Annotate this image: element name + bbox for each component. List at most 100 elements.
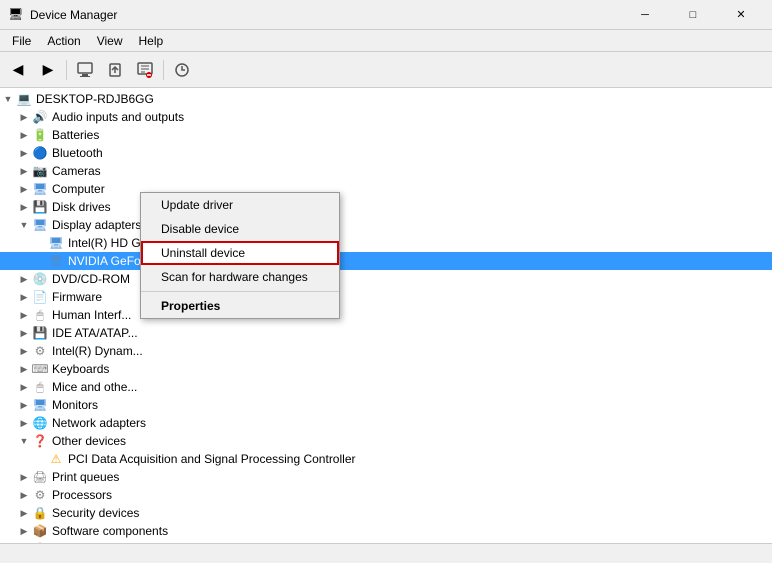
item-icon-cameras: 📷 bbox=[32, 163, 48, 179]
item-label-pci-data: PCI Data Acquisition and Signal Processi… bbox=[68, 452, 355, 466]
item-icon-pci-data: ⚠ bbox=[48, 451, 64, 467]
ctx-item-disable-device[interactable]: Disable device bbox=[141, 217, 339, 241]
toolbar-properties-small[interactable] bbox=[71, 56, 99, 84]
app-icon: 🖥 bbox=[8, 7, 24, 23]
item-label-networkadapters: Network adapters bbox=[52, 416, 146, 430]
item-icon-dvd-cdrom: 💿 bbox=[32, 271, 48, 287]
item-label-audio: Audio inputs and outputs bbox=[52, 110, 184, 124]
tree-item-inteldynamic[interactable]: ▶ ⚙ Intel(R) Dynam... bbox=[0, 342, 772, 360]
item-icon-securitydevices: 🔒 bbox=[32, 505, 48, 521]
ctx-sep-4 bbox=[141, 291, 339, 292]
item-icon-intel-hd: 🖥 bbox=[48, 235, 64, 251]
toolbar-scan[interactable] bbox=[168, 56, 196, 84]
tree-item-batteries[interactable]: ▶ 🔋 Batteries bbox=[0, 126, 772, 144]
tree-item-bluetooth[interactable]: ▶ 🔵 Bluetooth bbox=[0, 144, 772, 162]
expand-icon: ▶ bbox=[16, 523, 32, 539]
tree-item-networkadapters[interactable]: ▶ 🌐 Network adapters bbox=[0, 414, 772, 432]
toolbar-sep2 bbox=[163, 60, 164, 80]
tree-item-dvd-cdrom[interactable]: ▶ 💿 DVD/CD-ROM bbox=[0, 270, 772, 288]
tree-item-computer[interactable]: ▶ 🖥 Computer bbox=[0, 180, 772, 198]
tree-item-softwarecomponents[interactable]: ▶ 📦 Software components bbox=[0, 522, 772, 540]
context-menu: Update driverDisable deviceUninstall dev… bbox=[140, 192, 340, 319]
item-icon-monitors: 🖥 bbox=[32, 397, 48, 413]
item-icon-humaninterface: 🖱 bbox=[32, 307, 48, 323]
item-icon-networkadapters: 🌐 bbox=[32, 415, 48, 431]
tree-item-displayadapters[interactable]: ▼ 🖥 Display adapters bbox=[0, 216, 772, 234]
maximize-button[interactable]: □ bbox=[670, 0, 716, 30]
tree-item-ideata[interactable]: ▶ 💾 IDE ATA/ATAP... bbox=[0, 324, 772, 342]
item-icon-ideata: 💾 bbox=[32, 325, 48, 341]
expand-icon: ▶ bbox=[16, 541, 32, 543]
item-label-miceandother: Mice and othe... bbox=[52, 380, 137, 394]
item-icon-diskdrives: 💾 bbox=[32, 199, 48, 215]
tree-item-keyboards[interactable]: ▶ ⌨ Keyboards bbox=[0, 360, 772, 378]
menu-action[interactable]: Action bbox=[39, 32, 88, 50]
tree-item-desktop[interactable]: ▼ 💻 DESKTOP-RDJB6GG bbox=[0, 90, 772, 108]
status-bar bbox=[0, 543, 772, 563]
collapse-icon: ▼ bbox=[16, 433, 32, 449]
item-label-bluetooth: Bluetooth bbox=[52, 146, 103, 160]
expand-icon: ▶ bbox=[16, 289, 32, 305]
tree-item-diskdrives[interactable]: ▶ 💾 Disk drives bbox=[0, 198, 772, 216]
tree-item-nvidia[interactable]: 🖥 NVIDIA GeForce 940M bbox=[0, 252, 772, 270]
close-button[interactable]: ✕ bbox=[718, 0, 764, 30]
title-bar: 🖥 Device Manager ─ □ ✕ bbox=[0, 0, 772, 30]
item-label-processors: Processors bbox=[52, 488, 112, 502]
tree-item-firmware[interactable]: ▶ 📄 Firmware bbox=[0, 288, 772, 306]
tree-item-printqueues[interactable]: ▶ 🖨 Print queues bbox=[0, 468, 772, 486]
expand-icon: ▶ bbox=[16, 379, 32, 395]
expand-icon: ▶ bbox=[16, 415, 32, 431]
toolbar-update[interactable] bbox=[101, 56, 129, 84]
expand-spacer bbox=[32, 451, 48, 467]
item-icon-batteries: 🔋 bbox=[32, 127, 48, 143]
item-icon-miceandother: 🖱 bbox=[32, 379, 48, 395]
tree-item-securitydevices[interactable]: ▶ 🔒 Security devices bbox=[0, 504, 772, 522]
toolbar-back[interactable]: ◀ bbox=[4, 56, 32, 84]
item-label-cameras: Cameras bbox=[52, 164, 101, 178]
menu-view[interactable]: View bbox=[89, 32, 131, 50]
tree-item-miceandother[interactable]: ▶ 🖱 Mice and othe... bbox=[0, 378, 772, 396]
item-label-inteldynamic: Intel(R) Dynam... bbox=[52, 344, 143, 358]
tree-item-pci-data[interactable]: ⚠ PCI Data Acquisition and Signal Proces… bbox=[0, 450, 772, 468]
toolbar-uninstall[interactable] bbox=[131, 56, 159, 84]
expand-icon: ▶ bbox=[16, 487, 32, 503]
item-label-batteries: Batteries bbox=[52, 128, 99, 142]
tree-item-audio[interactable]: ▶ 🔊 Audio inputs and outputs bbox=[0, 108, 772, 126]
minimize-button[interactable]: ─ bbox=[622, 0, 668, 30]
item-label-printqueues: Print queues bbox=[52, 470, 119, 484]
ctx-item-properties[interactable]: Properties bbox=[141, 294, 339, 318]
expand-spacer bbox=[32, 235, 48, 251]
ctx-item-update-driver[interactable]: Update driver bbox=[141, 193, 339, 217]
tree-item-humaninterface[interactable]: ▶ 🖱 Human Interf... bbox=[0, 306, 772, 324]
item-icon-printqueues: 🖨 bbox=[32, 469, 48, 485]
tree-item-processors[interactable]: ▶ ⚙ Processors bbox=[0, 486, 772, 504]
toolbar: ◀ ▶ bbox=[0, 52, 772, 88]
tree-item-monitors[interactable]: ▶ 🖥 Monitors bbox=[0, 396, 772, 414]
expand-icon: ▶ bbox=[16, 361, 32, 377]
tree-item-cameras[interactable]: ▶ 📷 Cameras bbox=[0, 162, 772, 180]
menu-help[interactable]: Help bbox=[131, 32, 172, 50]
tree-item-otherdevices[interactable]: ▼ ❓ Other devices bbox=[0, 432, 772, 450]
expand-icon: ▶ bbox=[16, 181, 32, 197]
item-label-desktop: DESKTOP-RDJB6GG bbox=[36, 92, 154, 106]
menu-file[interactable]: File bbox=[4, 32, 39, 50]
ctx-item-scan-hardware[interactable]: Scan for hardware changes bbox=[141, 265, 339, 289]
item-icon-nvidia: 🖥 bbox=[48, 253, 64, 269]
title-bar-text: Device Manager bbox=[30, 8, 622, 22]
toolbar-forward[interactable]: ▶ bbox=[34, 56, 62, 84]
item-icon-firmware: 📄 bbox=[32, 289, 48, 305]
tree-item-intel-hd[interactable]: 🖥 Intel(R) HD Graphics 520 bbox=[0, 234, 772, 252]
item-label-dvd-cdrom: DVD/CD-ROM bbox=[52, 272, 130, 286]
item-label-ideata: IDE ATA/ATAP... bbox=[52, 326, 138, 340]
item-icon-audio: 🔊 bbox=[32, 109, 48, 125]
item-icon-computer: 🖥 bbox=[32, 181, 48, 197]
ctx-item-uninstall-device[interactable]: Uninstall device bbox=[141, 241, 339, 265]
tree-view[interactable]: ▼ 💻 DESKTOP-RDJB6GG ▶ 🔊 Audio inputs and… bbox=[0, 88, 772, 543]
expand-icon: ▶ bbox=[16, 343, 32, 359]
expand-icon: ▶ bbox=[16, 163, 32, 179]
item-icon-bluetooth: 🔵 bbox=[32, 145, 48, 161]
expand-icon: ▶ bbox=[16, 199, 32, 215]
item-label-otherdevices: Other devices bbox=[52, 434, 126, 448]
item-label-softwarecomponents: Software components bbox=[52, 524, 168, 538]
tree-item-softwaredevices[interactable]: ▶ 📦 Software devices bbox=[0, 540, 772, 543]
